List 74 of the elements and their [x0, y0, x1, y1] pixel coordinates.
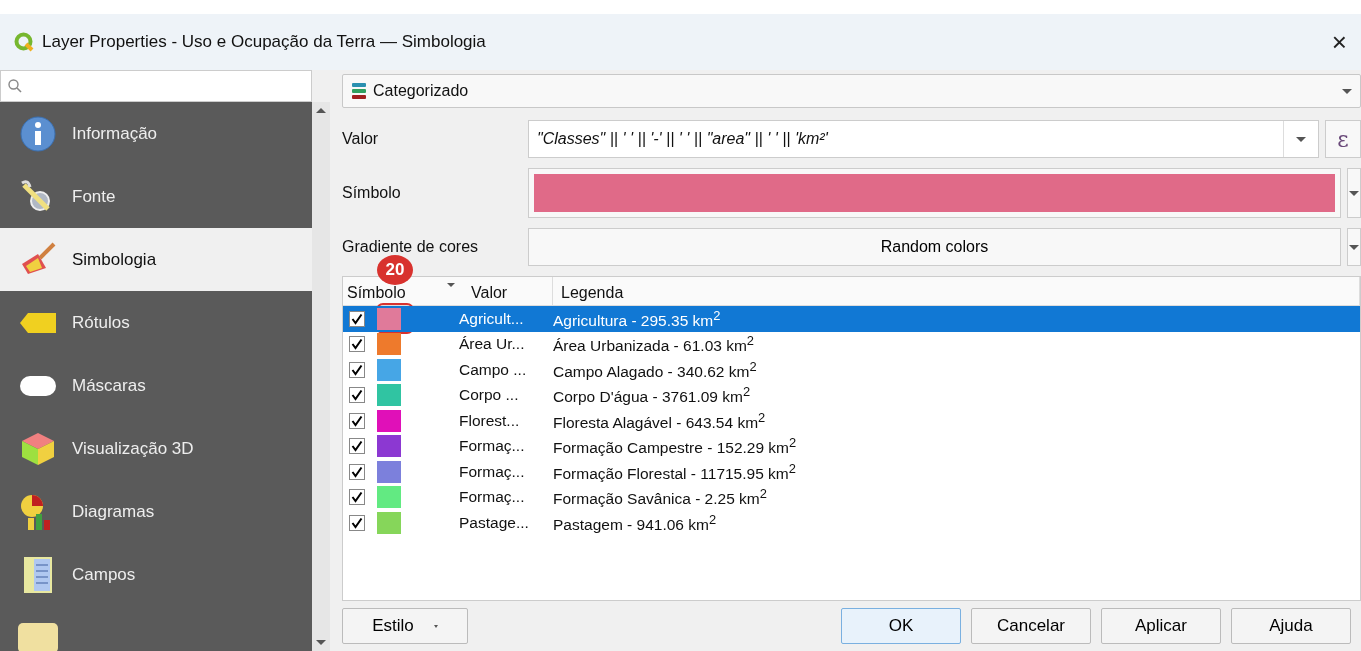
table-cell: Área Urbanizada - 61.03 km$^{2}$	[553, 333, 755, 356]
annotation-badge: 20	[377, 255, 413, 285]
table-cell: Formação Savânica - 2.25 km$^{2}$	[553, 486, 767, 509]
table-row[interactable]: Pastage... Pastagem - 941.06 km$^{2}$	[343, 510, 1360, 536]
table-cell: Agricultura - 295.35 km$^{2}$	[553, 307, 721, 330]
table-row[interactable]: Florest... Floresta Alagável - 643.54 km$^{2}$	[343, 408, 1360, 434]
window-title: Layer Properties - Uso e Ocupação da Terra — Simbologia	[42, 32, 487, 52]
caret-icon	[1342, 88, 1352, 94]
table-row[interactable]: Corpo ... Corpo D'água - 3761.09 km$^{2}$	[343, 382, 1360, 408]
checkbox[interactable]	[349, 310, 365, 327]
table-row[interactable]: Formaç... Formação Campestre - 152.29 km$^{2}$	[343, 433, 1360, 459]
sidebar-item[interactable]: Campos	[0, 543, 312, 606]
sidebar-item[interactable]: Fonte	[0, 165, 312, 228]
dialog-button[interactable]: Cancelar	[971, 608, 1091, 644]
checkbox[interactable]	[349, 438, 365, 455]
dropdown-button[interactable]	[1347, 228, 1361, 266]
close-button[interactable]: ×	[1327, 26, 1351, 58]
field-label: Símbolo	[342, 184, 402, 202]
checkbox[interactable]	[349, 336, 365, 353]
symbol-button[interactable]	[528, 168, 1341, 218]
categorized-icon	[351, 82, 367, 100]
field-label: Gradiente de cores	[342, 238, 480, 256]
table-cell-text: Pastage...	[459, 513, 530, 532]
checkbox[interactable]	[349, 514, 365, 531]
table-cell-text: Formaç...	[459, 488, 526, 507]
dropdown-button[interactable]	[1347, 168, 1361, 218]
table-row[interactable]: Área Ur... Área Urbanizada - 61.03 km$^{2}$	[343, 331, 1360, 357]
expression-field[interactable]: "Classes" || ' ' || '-' || ' ' || "area" || ' ' || 'km²'	[528, 120, 1319, 158]
dialog-button[interactable]: Ajuda	[1231, 608, 1351, 644]
table-row[interactable]: Campo ... Campo Alagado - 340.62 km$^{2}$	[343, 357, 1360, 383]
table-cell: Floresta Alagável - 643.54 km$^{2}$	[553, 409, 766, 432]
checkbox[interactable]	[349, 489, 365, 506]
table-cell-text: Florest...	[459, 411, 521, 430]
info-icon	[18, 113, 58, 154]
table-cell-text: Agricult...	[459, 309, 525, 328]
style-button[interactable]: Estilo	[342, 608, 468, 644]
table-row[interactable]: Formaç... Formação Savânica - 2.25 km$^{2}$	[343, 484, 1360, 510]
logo-icon	[14, 32, 34, 52]
column-header[interactable]: Legenda	[553, 277, 1360, 305]
table-cell: Formação Florestal - 11715.95 km$^{2}$	[553, 460, 796, 483]
table-cell: Pastagem - 941.06 km$^{2}$	[553, 511, 717, 534]
checkbox[interactable]	[349, 463, 365, 480]
search-icon	[7, 78, 23, 94]
sidebar-item[interactable]: Diagramas	[0, 480, 312, 543]
expression-button[interactable]: ε	[1325, 120, 1361, 158]
checkbox[interactable]	[349, 361, 365, 378]
table-cell: Campo Alagado - 340.62 km$^{2}$	[553, 358, 757, 381]
sidebar-item[interactable]: Simbologia	[0, 228, 312, 291]
table-cell-text: Área Ur...	[459, 335, 526, 354]
table-cell-text: Formaç...	[459, 462, 526, 481]
table-cell-text: Campo ...	[459, 360, 528, 379]
column-header[interactable]: Valor	[465, 277, 553, 305]
search-field[interactable]	[0, 70, 312, 102]
sort-icon	[447, 283, 455, 287]
renderer-dropdown[interactable]: Categorizado	[342, 74, 1361, 108]
sidebar-item[interactable]: Máscaras	[0, 354, 312, 417]
table-row[interactable]: Formaç... Formação Florestal - 11715.95 km$^{2}$	[343, 459, 1360, 485]
folder-icon	[18, 622, 58, 651]
table-cell-text: Formaç...	[459, 437, 526, 456]
sidebar-item[interactable]: Rótulos	[0, 291, 312, 354]
checkbox[interactable]	[349, 412, 365, 429]
dialog-button[interactable]: OK	[841, 608, 961, 644]
checkbox[interactable]	[349, 387, 365, 404]
sidebar-item[interactable]: Visualização 3D	[0, 417, 312, 480]
table-row[interactable]: Agricult... Agricultura - 295.35 km$^{2}$	[343, 306, 1360, 332]
sidebar-item[interactable]: Informação	[0, 102, 312, 165]
caret-icon	[1296, 136, 1306, 142]
scrollbar[interactable]	[312, 102, 330, 651]
table-cell: Formação Campestre - 152.29 km$^{2}$	[553, 435, 797, 458]
table-cell: Corpo D'água - 3761.09 km$^{2}$	[553, 384, 751, 407]
color-ramp-button[interactable]: Random colors	[528, 228, 1341, 266]
table-cell-text: Corpo ...	[459, 386, 520, 405]
field-label: Valor	[342, 130, 380, 148]
dialog-button[interactable]: Aplicar	[1101, 608, 1221, 644]
